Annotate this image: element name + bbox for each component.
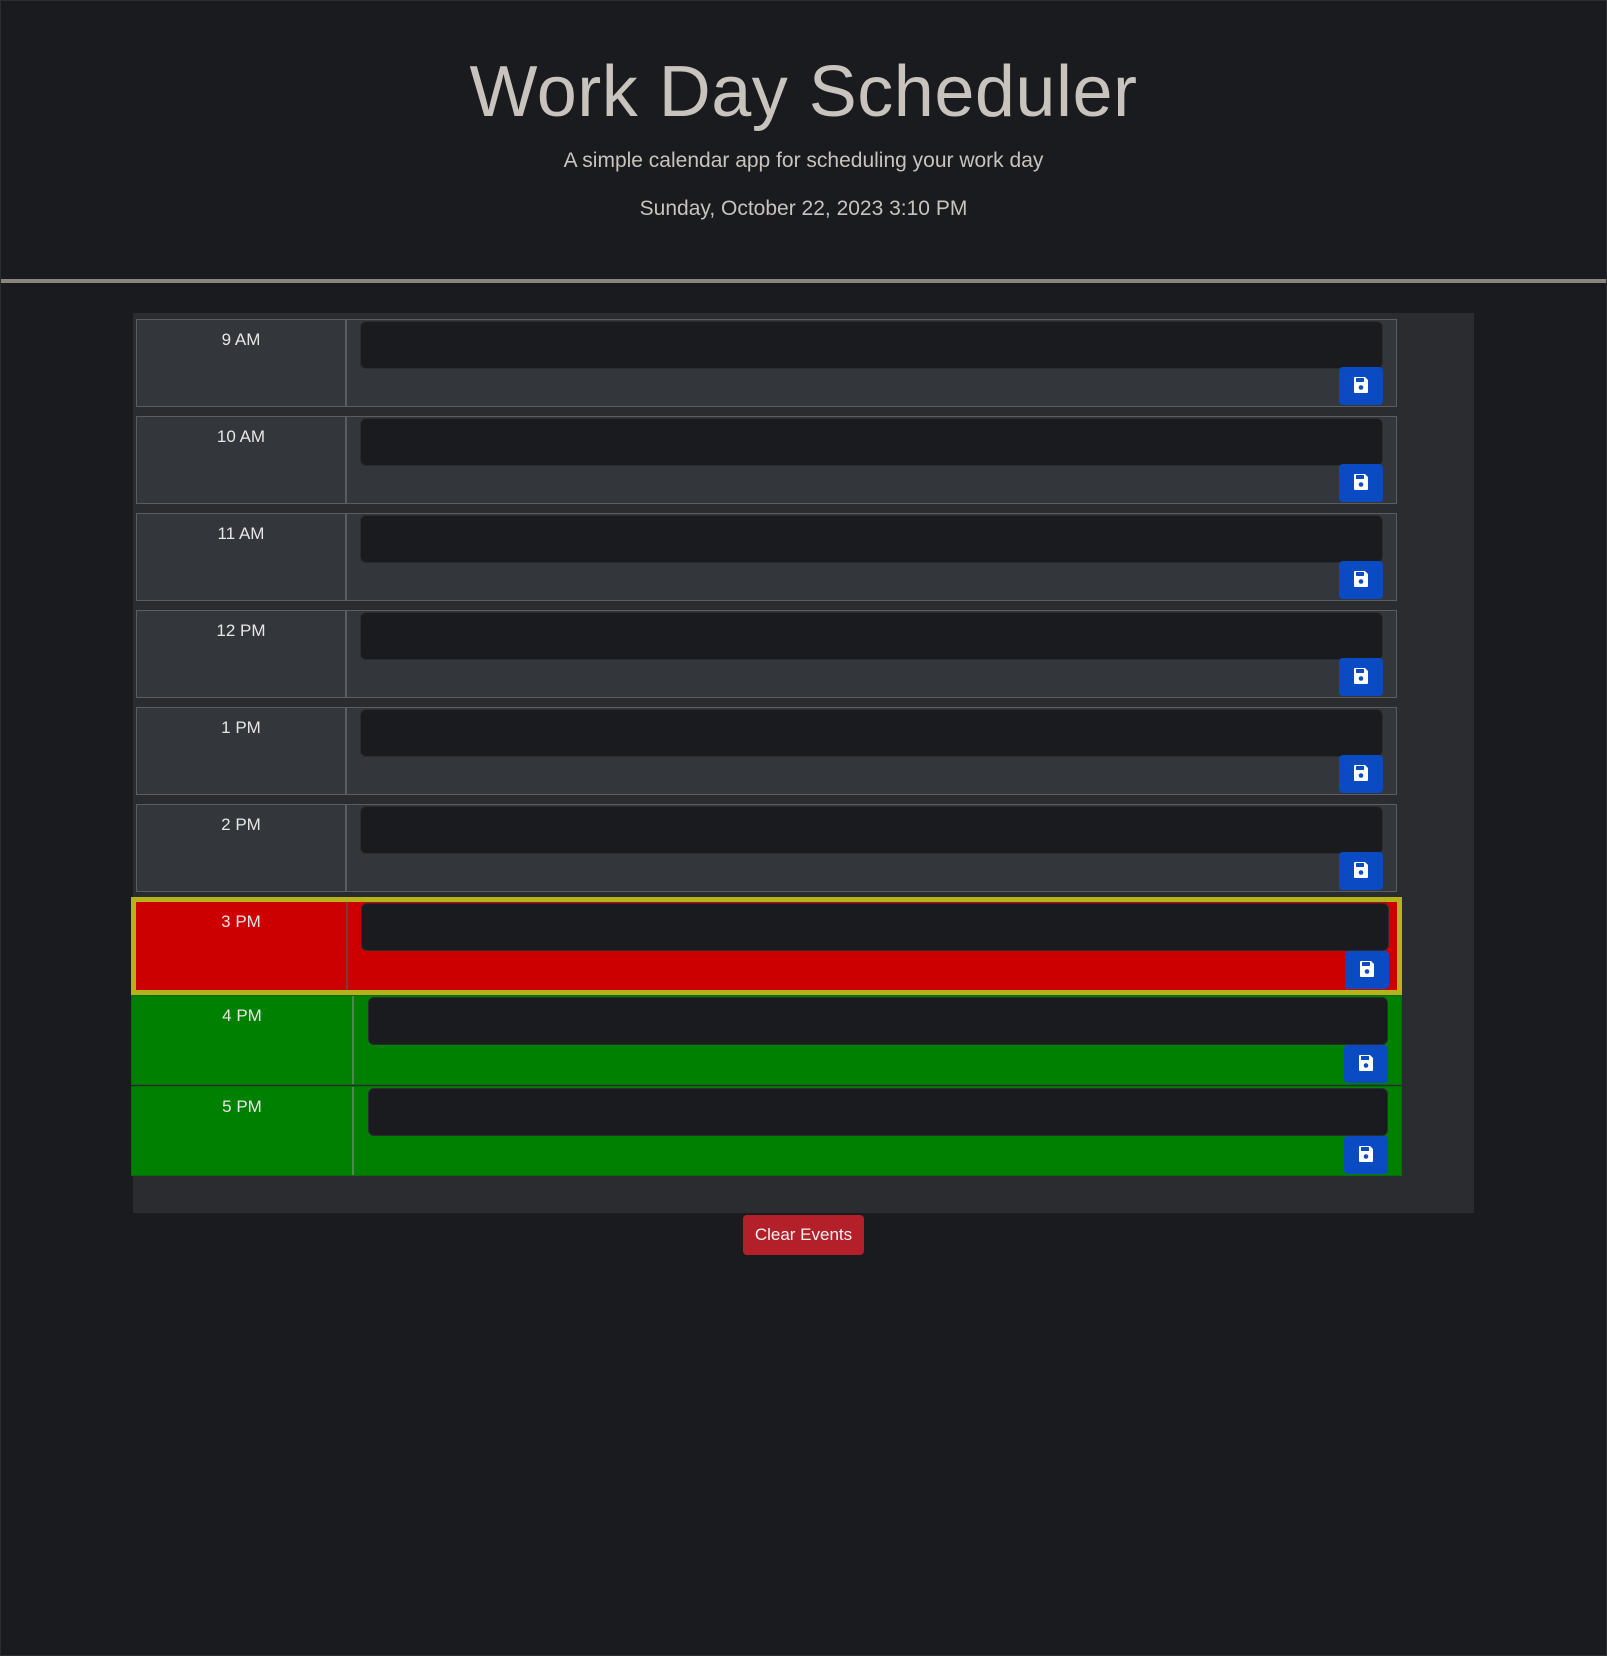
time-block-container: 9 AM 10 AM 11 AM 12 PM 1 PM 2 PM 3 PM 4 …	[131, 313, 1474, 1213]
time-block-3pm: 3 PM	[131, 897, 1402, 995]
floppy-disk-icon	[1351, 763, 1371, 786]
time-block-2pm: 2 PM	[136, 804, 1397, 892]
floppy-disk-icon	[1351, 666, 1371, 689]
event-cell	[347, 514, 1396, 600]
time-block-9am: 9 AM	[136, 319, 1397, 407]
time-block-11am: 11 AM	[136, 513, 1397, 601]
save-button[interactable]	[1339, 561, 1383, 599]
floppy-disk-icon	[1356, 1144, 1376, 1167]
save-button[interactable]	[1339, 755, 1383, 793]
floppy-disk-icon	[1351, 569, 1371, 592]
hour-label: 2 PM	[137, 805, 347, 891]
event-input[interactable]	[360, 709, 1383, 757]
hour-label: 10 AM	[137, 417, 347, 503]
time-block-1pm: 1 PM	[136, 707, 1397, 795]
hour-label: 5 PM	[132, 1087, 354, 1175]
floppy-disk-icon	[1357, 959, 1377, 982]
hour-label: 9 AM	[137, 320, 347, 406]
event-input[interactable]	[360, 418, 1383, 466]
floppy-disk-icon	[1351, 472, 1371, 495]
event-input[interactable]	[368, 1088, 1388, 1136]
hour-label: 12 PM	[137, 611, 347, 697]
event-input[interactable]	[360, 806, 1383, 854]
time-block-5pm: 5 PM	[131, 1086, 1402, 1176]
floppy-disk-icon	[1351, 375, 1371, 398]
event-input[interactable]	[360, 515, 1383, 563]
event-cell	[354, 996, 1401, 1084]
event-cell	[348, 902, 1397, 990]
event-cell	[347, 320, 1396, 406]
hour-label: 4 PM	[132, 996, 354, 1084]
save-button[interactable]	[1344, 1045, 1388, 1083]
floppy-disk-icon	[1356, 1053, 1376, 1076]
event-input[interactable]	[360, 321, 1383, 369]
hour-label: 1 PM	[137, 708, 347, 794]
event-input[interactable]	[368, 997, 1388, 1045]
event-cell	[354, 1087, 1401, 1175]
hour-label: 11 AM	[137, 514, 347, 600]
save-button[interactable]	[1339, 658, 1383, 696]
save-button[interactable]	[1339, 367, 1383, 405]
hour-label: 3 PM	[136, 902, 348, 990]
time-block-10am: 10 AM	[136, 416, 1397, 504]
event-input[interactable]	[361, 903, 1389, 951]
save-button[interactable]	[1344, 1136, 1388, 1174]
event-cell	[347, 805, 1396, 891]
event-cell	[347, 417, 1396, 503]
floppy-disk-icon	[1351, 860, 1371, 883]
save-button[interactable]	[1339, 852, 1383, 890]
time-block-12pm: 12 PM	[136, 610, 1397, 698]
time-block-4pm: 4 PM	[131, 995, 1402, 1085]
clear-events-button[interactable]: Clear Events	[743, 1215, 864, 1255]
event-cell	[347, 708, 1396, 794]
save-button[interactable]	[1339, 464, 1383, 502]
event-cell	[347, 611, 1396, 697]
save-button[interactable]	[1345, 951, 1389, 989]
event-input[interactable]	[360, 612, 1383, 660]
